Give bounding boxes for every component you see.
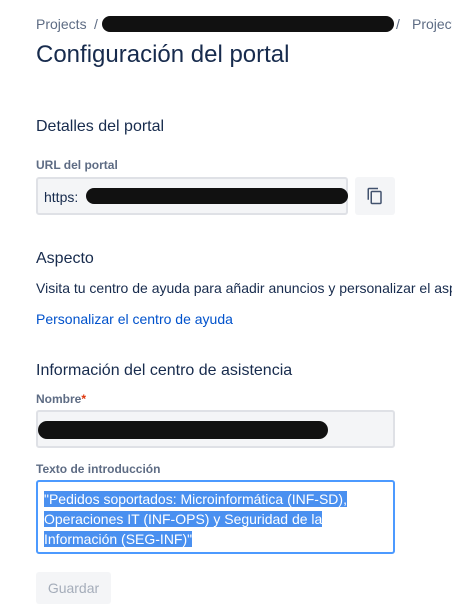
copy-icon	[367, 187, 382, 205]
redacted-breadcrumb	[102, 16, 394, 32]
breadcrumb-separator: /	[94, 16, 98, 32]
intro-line: Información (SEG-INF)"	[44, 531, 193, 547]
copy-url-button[interactable]	[355, 177, 395, 215]
section-title-portal-details: Detalles del portal	[36, 118, 165, 135]
section-title-help-center: Información del centro de asistencia	[36, 362, 293, 379]
name-label: Nombre*	[36, 392, 86, 406]
name-input[interactable]	[36, 410, 395, 448]
breadcrumb-separator: /	[396, 16, 400, 32]
intro-line: "Pedidos soportados: Microinformática (I…	[44, 491, 347, 507]
breadcrumb-projects[interactable]: Projects	[36, 16, 87, 32]
section-title-appearance: Aspecto	[36, 250, 94, 267]
intro-text: "Pedidos soportados: Microinformática (I…	[44, 489, 347, 549]
intro-textarea[interactable]: "Pedidos soportados: Microinformática (I…	[36, 480, 395, 554]
name-label-text: Nombre	[36, 392, 82, 406]
save-button[interactable]: Guardar	[36, 572, 111, 604]
redacted-url	[86, 188, 348, 204]
url-value: https:	[44, 189, 79, 205]
required-mark: *	[81, 392, 87, 406]
redacted-name	[38, 421, 328, 439]
page-title: Configuración del portal	[36, 41, 290, 68]
appearance-description: Visita tu centro de ayuda para añadir an…	[36, 280, 452, 296]
breadcrumb: Projects / / Project	[36, 16, 452, 34]
url-label: URL del portal	[36, 158, 118, 172]
portal-url-field[interactable]: https:	[36, 177, 348, 215]
intro-label: Texto de introducción	[36, 462, 161, 476]
breadcrumb-project[interactable]: Project	[412, 16, 452, 32]
intro-line: Operaciones IT (INF-OPS) y Seguridad de …	[44, 511, 323, 527]
customize-help-center-link[interactable]: Personalizar el centro de ayuda	[36, 311, 233, 327]
